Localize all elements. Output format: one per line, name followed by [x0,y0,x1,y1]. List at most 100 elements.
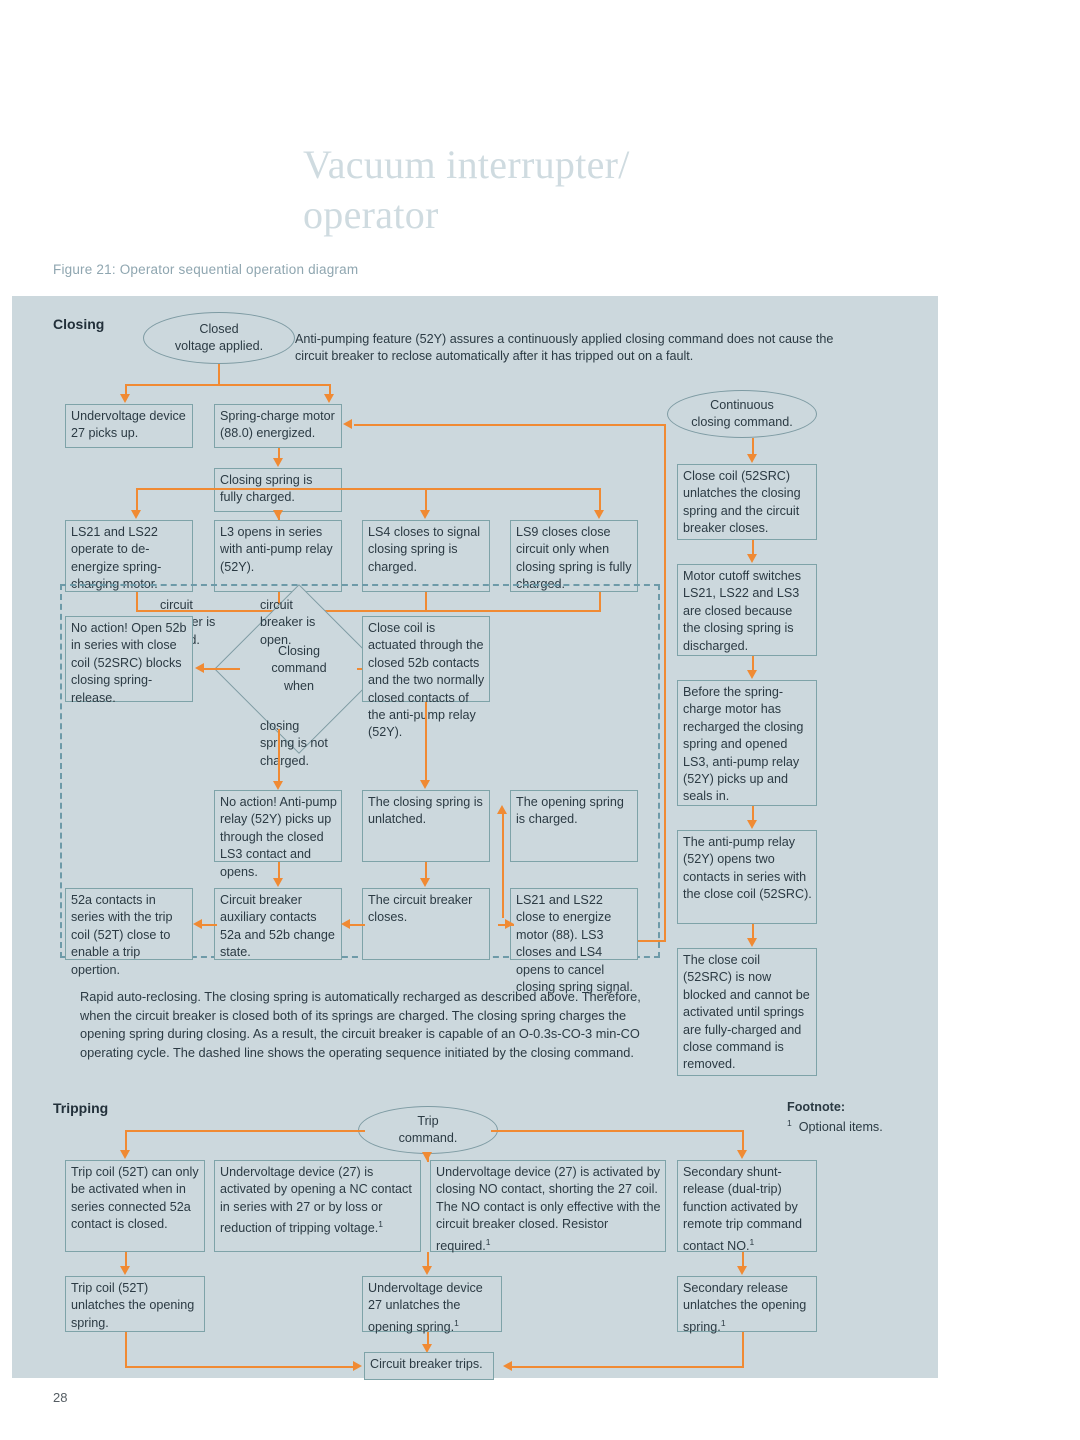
tripping-start-node: Trip command. [358,1106,498,1154]
connector-branch-ls4 [425,488,427,512]
box-uv-nc-text: Undervoltage device (27) is activated by… [220,1165,412,1236]
arrow-right-1 [747,554,757,563]
connector-aux-to-52a [201,924,217,926]
footnote-ref-secondary-unlatch: 1 [720,1317,726,1328]
box-aux-contacts: Circuit breaker auxiliary contacts 52a a… [214,888,342,960]
box-l3-opens: L3 opens in series with anti-pump relay … [214,520,342,592]
arrow-continuous-down [747,454,757,463]
box-uv-no: Undervoltage device (27) is activated by… [430,1160,666,1253]
box-trip-coil-52t: Trip coil (52T) can only be activated wh… [65,1160,205,1252]
connector-ls21close-up [502,812,504,918]
box-right-before-spring-charge: Before the spring-charge motor has recha… [677,680,817,806]
box-uv-unlatches: Undervoltage device 27 unlatches the ope… [362,1276,502,1334]
box-circuit-breaker-trips: Circuit breaker trips. [364,1352,494,1380]
connector-right-to-trips-h [510,1366,744,1368]
box-secondary-unlatches: Secondary release unlatches the opening … [677,1276,817,1334]
arrow-closes-to-aux [341,919,350,929]
arrow-trip-to-secondary [737,1150,747,1159]
footnote-body: Optional items. [798,1120,883,1135]
box-right-close-coil-unlatches: Close coil (52SRC) unlatches the closing… [677,464,817,540]
connector-trip-to-secondary [742,1130,744,1152]
box-close-coil-actuated: Close coil is actuated through the close… [362,616,490,739]
box-right-motor-cutoff: Motor cutoff switches LS21, LS22 and LS3… [677,564,817,656]
connector-branch-ls21 [136,488,138,512]
connector-diamond-down [278,729,280,783]
footnote-ref-uv-nc: 1 [378,1219,383,1230]
box-closing-spring-charged: Closing spring is fully charged. [214,468,342,512]
connector-left-to-trips-h [125,1366,357,1368]
footnote-ref-secondary: 1 [749,1236,755,1247]
arrow-uvno-down [422,1266,432,1275]
connector-trip-to-52t [125,1130,127,1152]
arrow-to-uv27 [120,394,130,403]
arrow-to-opening-spring [497,805,507,814]
arrow-antipump-down [273,878,283,887]
connector-trip-right-bar [491,1130,744,1132]
box-ls21-ls22-deenergize: LS21 and LS22 operate to de-energize spr… [65,520,193,592]
closing-start-node: Closed voltage applied. [143,312,295,364]
box-ls4-closes: LS4 closes to signal closing spring is c… [362,520,490,592]
footnote-ref-uv-unlatch: 1 [454,1317,459,1328]
section-label-closing: Closing [53,316,105,332]
arrow-aux-to-52a [193,919,202,929]
box-breaker-closes: The circuit breaker closes. [362,888,490,960]
anti-pumping-note: Anti-pumping feature (52Y) assures a con… [295,332,834,364]
arrow-right-4 [747,938,757,947]
arrow-branch-ls4 [420,510,430,519]
continuous-closing-command-node: Continuous closing command. [667,390,817,438]
arrow-52t-down [120,1266,130,1275]
section-label-tripping: Tripping [53,1100,109,1116]
arrow-right-into-trips [503,1361,512,1371]
connector-feedback-h-top [354,424,666,426]
box-52a-contacts: 52a contacts in series with the trip coi… [65,888,193,977]
box-ls9-closes: LS9 closes close circuit only when closi… [510,520,638,592]
decision-branch-down-label: closing spring is not charged. [260,719,328,768]
box-no-action-52b: No action! Open 52b in series with close… [65,616,193,705]
box-trip-coil-unlatches: Trip coil (52T) unlatches the opening sp… [65,1276,205,1332]
arrow-feedback-into-motor [343,419,352,429]
page-title: Vacuum interrupter/ operator [303,142,630,237]
decision-branch-right-label: circuit breaker is open. [260,598,316,647]
connector-branch-ls9 [599,488,601,512]
box-ls21-ls22-close: LS21 and LS22 close to energize motor (8… [510,888,638,994]
box-uv-nc: Undervoltage device (27) is activated by… [214,1160,421,1252]
footnote-marker: 1 [787,1118,792,1128]
connector-start-down [218,364,220,386]
footnote-ref-uv-no: 1 [485,1236,491,1247]
box-opening-spring-charged: The opening spring is charged. [510,790,638,862]
box-secondary-unlatches-text: Secondary release unlatches the opening … [683,1281,807,1334]
operator-sequence-diagram: Closing Closed voltage applied. Anti-pum… [12,296,938,1380]
arrow-branch-ls21 [131,510,141,519]
box-no-action-antipump: No action! Anti-pump relay (52Y) picks u… [214,790,342,879]
arrow-left-into-trips [353,1361,362,1371]
arrow-trip-to-52t [120,1150,130,1159]
connector-trip-left-bar [125,1130,365,1132]
box-spring-charge-motor: Spring-charge motor (88.0) energized. [214,404,342,448]
arrow-unlatched-down [420,878,430,887]
arrow-right-2 [747,670,757,679]
page-number: 28 [53,1390,68,1405]
arrow-into-ls21close [505,919,514,929]
box-closing-spring-unlatched: The closing spring is unlatched. [362,790,490,862]
connector-feedback-v [664,424,666,942]
connector-closecoil-down [425,702,427,782]
box-secondary-shunt: Secondary shunt-release (dual-trip) func… [677,1160,817,1253]
arrow-secondary-down [737,1266,747,1275]
connector-start-split [125,384,330,386]
box-secondary-shunt-text: Secondary shunt-release (dual-trip) func… [683,1165,802,1253]
arrow-diamond-down [273,781,283,790]
footnote-text: 1 Optional items. [787,1118,883,1134]
connector-left-to-trips-v [125,1332,127,1368]
connector-right-to-trips-v [742,1332,744,1368]
arrow-branch-ls9 [594,510,604,519]
arrow-diamond-left [195,663,204,673]
arrow-branch-l3 [273,510,283,519]
arrow-closecoil-down [420,780,430,789]
box-undervoltage-27: Undervoltage device 27 picks up. [65,404,193,448]
arrow-to-motor [324,394,334,403]
connector-diamond-left [202,668,240,670]
connector-closes-to-aux [349,924,365,926]
arrow-right-3 [747,820,757,829]
box-right-close-coil-blocked: The close coil (52SRC) is now blocked an… [677,948,817,1076]
connector-spring-distribution [136,488,600,490]
